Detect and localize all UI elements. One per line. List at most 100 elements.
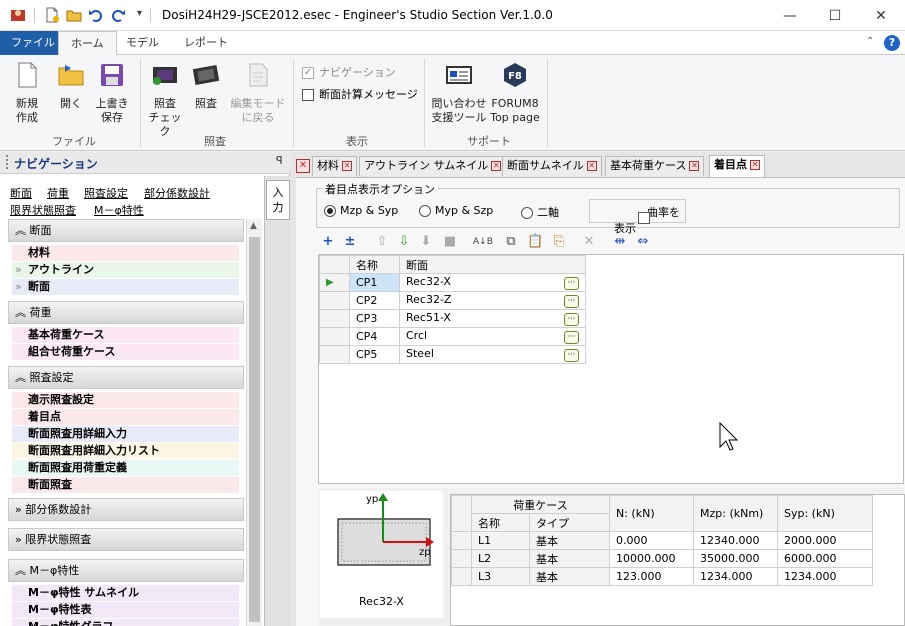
move-up-icon[interactable]: ⇧	[374, 234, 390, 250]
nav-item-m-phi-graph[interactable]: M－φ特性グラフ	[12, 619, 239, 626]
point-name-cell[interactable]: CP3	[349, 309, 400, 328]
check-verify-button[interactable]: 照査 チェック	[146, 61, 184, 139]
edit-section-button[interactable]: ···	[564, 313, 579, 326]
add-row-icon[interactable]: +	[320, 234, 336, 250]
nav-item-section-verify[interactable]: 断面照査	[12, 477, 239, 493]
close-tab-icon[interactable]: ✕	[586, 161, 597, 171]
table-row[interactable]: CP3 Rec51-X ···	[319, 309, 586, 328]
section-header-limit-state[interactable]: » 限界状態照査	[8, 528, 244, 551]
point-section-cell[interactable]: Rec32-Z ···	[399, 291, 586, 310]
radio-myp-szp[interactable]: Myp & Szp	[419, 204, 493, 217]
nav-item-combined-load-case[interactable]: 組合せ荷重ケース	[12, 344, 239, 360]
nav-item-verify-setting[interactable]: 適示照査設定	[12, 392, 239, 408]
load-n-cell[interactable]: 0.000	[609, 531, 694, 550]
nav-link-partial-factor[interactable]: 部分係数設計	[144, 185, 210, 201]
nav-link-limit-state[interactable]: 限界状態照査	[10, 202, 76, 218]
scroll-thumb[interactable]	[249, 237, 260, 622]
file-tab[interactable]: ファイル	[0, 31, 66, 55]
navigation-checkbox[interactable]: ✓ ナビゲーション	[302, 64, 396, 80]
undo-icon[interactable]	[88, 7, 104, 23]
nav-item-detail-input[interactable]: 断面照査用詳細入力	[12, 426, 239, 442]
section-message-checkbox[interactable]: 断面計算メッセージ	[302, 86, 418, 102]
point-name-cell[interactable]: CP2	[349, 291, 400, 310]
point-name-cell[interactable]: CP5	[349, 345, 400, 364]
load-syp-cell[interactable]: 2000.000	[777, 531, 873, 550]
table-row[interactable]: CP5 Steel ···	[319, 345, 586, 364]
nav-item-section[interactable]: » 断面	[12, 279, 239, 295]
point-name-cell[interactable]: CP1	[349, 273, 400, 292]
inquiry-support-button[interactable]: 問い合わせ 支援ツール	[430, 61, 488, 125]
nav-item-detail-input-list[interactable]: 断面照査用詳細入力リスト	[12, 443, 239, 459]
edit-section-button[interactable]: ···	[564, 295, 579, 308]
nav-link-m-phi[interactable]: M－φ特性	[94, 202, 144, 218]
edit-section-button[interactable]: ···	[564, 331, 579, 344]
fit-width-icon[interactable]: ⇹	[612, 234, 628, 250]
load-mzp-cell[interactable]: 12340.000	[693, 531, 778, 550]
load-mzp-cell[interactable]: 35000.000	[693, 549, 778, 568]
minimize-button[interactable]: —	[767, 0, 813, 31]
new-button[interactable]: 新規 作成	[10, 61, 44, 125]
table-row[interactable]: L3 基本 123.000 1234.000 1234.000	[451, 567, 873, 586]
redo-icon[interactable]	[110, 7, 126, 23]
section-header-section[interactable]: ︽ 断面	[8, 219, 244, 242]
close-tab-icon[interactable]: ✕	[342, 161, 352, 171]
input-side-tab[interactable]: 入 力	[266, 180, 290, 220]
edit-section-button[interactable]: ···	[564, 277, 579, 290]
nav-item-m-phi-table[interactable]: M－φ特性表	[12, 602, 239, 618]
close-tab-icon[interactable]: ✕	[491, 161, 502, 171]
copy-icon[interactable]: ⧉	[503, 234, 519, 250]
scroll-up-icon[interactable]: ▲	[250, 221, 257, 231]
table-row[interactable]: ▶ CP1 Rec32-X ···	[319, 273, 586, 292]
close-tab-icon[interactable]: ✕	[750, 160, 760, 170]
section-header-verify[interactable]: ︽ 照査設定	[8, 366, 244, 389]
tab-model[interactable]: モデル	[114, 31, 171, 55]
section-header-partial-factor[interactable]: » 部分係数設計	[8, 498, 244, 521]
table-row[interactable]: CP4 Crcl ···	[319, 327, 586, 346]
stop-icon[interactable]: ■	[442, 234, 458, 250]
nav-link-verify-settings[interactable]: 照査設定	[84, 185, 128, 201]
open-button[interactable]: 開く	[54, 61, 88, 111]
edit-section-button[interactable]: ···	[564, 349, 579, 362]
tab-material[interactable]: 材料 ✕	[312, 156, 357, 176]
tab-focus-point[interactable]: 着目点 ✕	[709, 155, 765, 177]
pin-icon[interactable]: ꟼ	[276, 154, 283, 167]
column-header-mzp[interactable]: Mzp: (kNm)	[693, 495, 778, 532]
table-row[interactable]: CP2 Rec32-Z ···	[319, 291, 586, 310]
sort-icon[interactable]: A↓B	[473, 234, 493, 250]
point-section-cell[interactable]: Crcl ···	[399, 327, 586, 346]
column-header-syp[interactable]: Syp: (kN)	[777, 495, 873, 532]
nav-link-load[interactable]: 荷重	[47, 185, 69, 201]
section-header-m-phi[interactable]: ︽ M－φ特性	[8, 559, 244, 582]
customize-quick-access-icon[interactable]: ▾	[137, 8, 142, 19]
tab-home[interactable]: ホーム	[58, 31, 117, 56]
close-all-tabs-icon[interactable]: ✕	[296, 159, 310, 173]
save-button[interactable]: 上書き 保存	[94, 61, 130, 125]
move-down-icon[interactable]: ⇩	[396, 234, 412, 250]
column-header-name[interactable]: 名称	[349, 255, 400, 274]
open-file-icon[interactable]	[66, 7, 82, 23]
close-button[interactable]: ✕	[858, 0, 904, 31]
help-icon[interactable]: ?	[884, 35, 900, 51]
tab-section-thumbnail[interactable]: 断面サムネイル ✕	[502, 156, 602, 176]
tab-report[interactable]: レポート	[172, 31, 240, 55]
maximize-button[interactable]: ☐	[812, 0, 858, 31]
column-header-name[interactable]: 名称	[471, 513, 530, 532]
forum8-top-page-button[interactable]: F8 FORUM8 Top page	[490, 61, 540, 125]
nav-item-material[interactable]: 材料	[12, 245, 239, 261]
table-row[interactable]: L2 基本 10000.000 35000.000 6000.000	[451, 549, 873, 568]
load-n-cell[interactable]: 10000.000	[609, 549, 694, 568]
point-section-cell[interactable]: Rec51-X ···	[399, 309, 586, 328]
column-header-n[interactable]: N: (kN)	[609, 495, 694, 532]
tab-outline-thumbnail[interactable]: アウトライン サムネイル ✕	[359, 156, 507, 176]
new-file-icon[interactable]	[44, 7, 60, 23]
move-bottom-icon[interactable]: ⬇	[418, 234, 434, 250]
radio-biaxial[interactable]: 二軸	[521, 204, 559, 220]
delete-icon[interactable]: ✕	[581, 234, 597, 250]
show-curvature-checkbox[interactable]: 曲率を表示	[589, 199, 686, 235]
column-header-type[interactable]: タイプ	[529, 513, 610, 532]
column-header-section[interactable]: 断面	[399, 255, 586, 274]
close-tab-icon[interactable]: ✕	[689, 161, 700, 171]
section-header-load[interactable]: ︽ 荷重	[8, 301, 244, 324]
point-section-cell[interactable]: Steel ···	[399, 345, 586, 364]
verify-button[interactable]: 照査	[190, 61, 222, 111]
